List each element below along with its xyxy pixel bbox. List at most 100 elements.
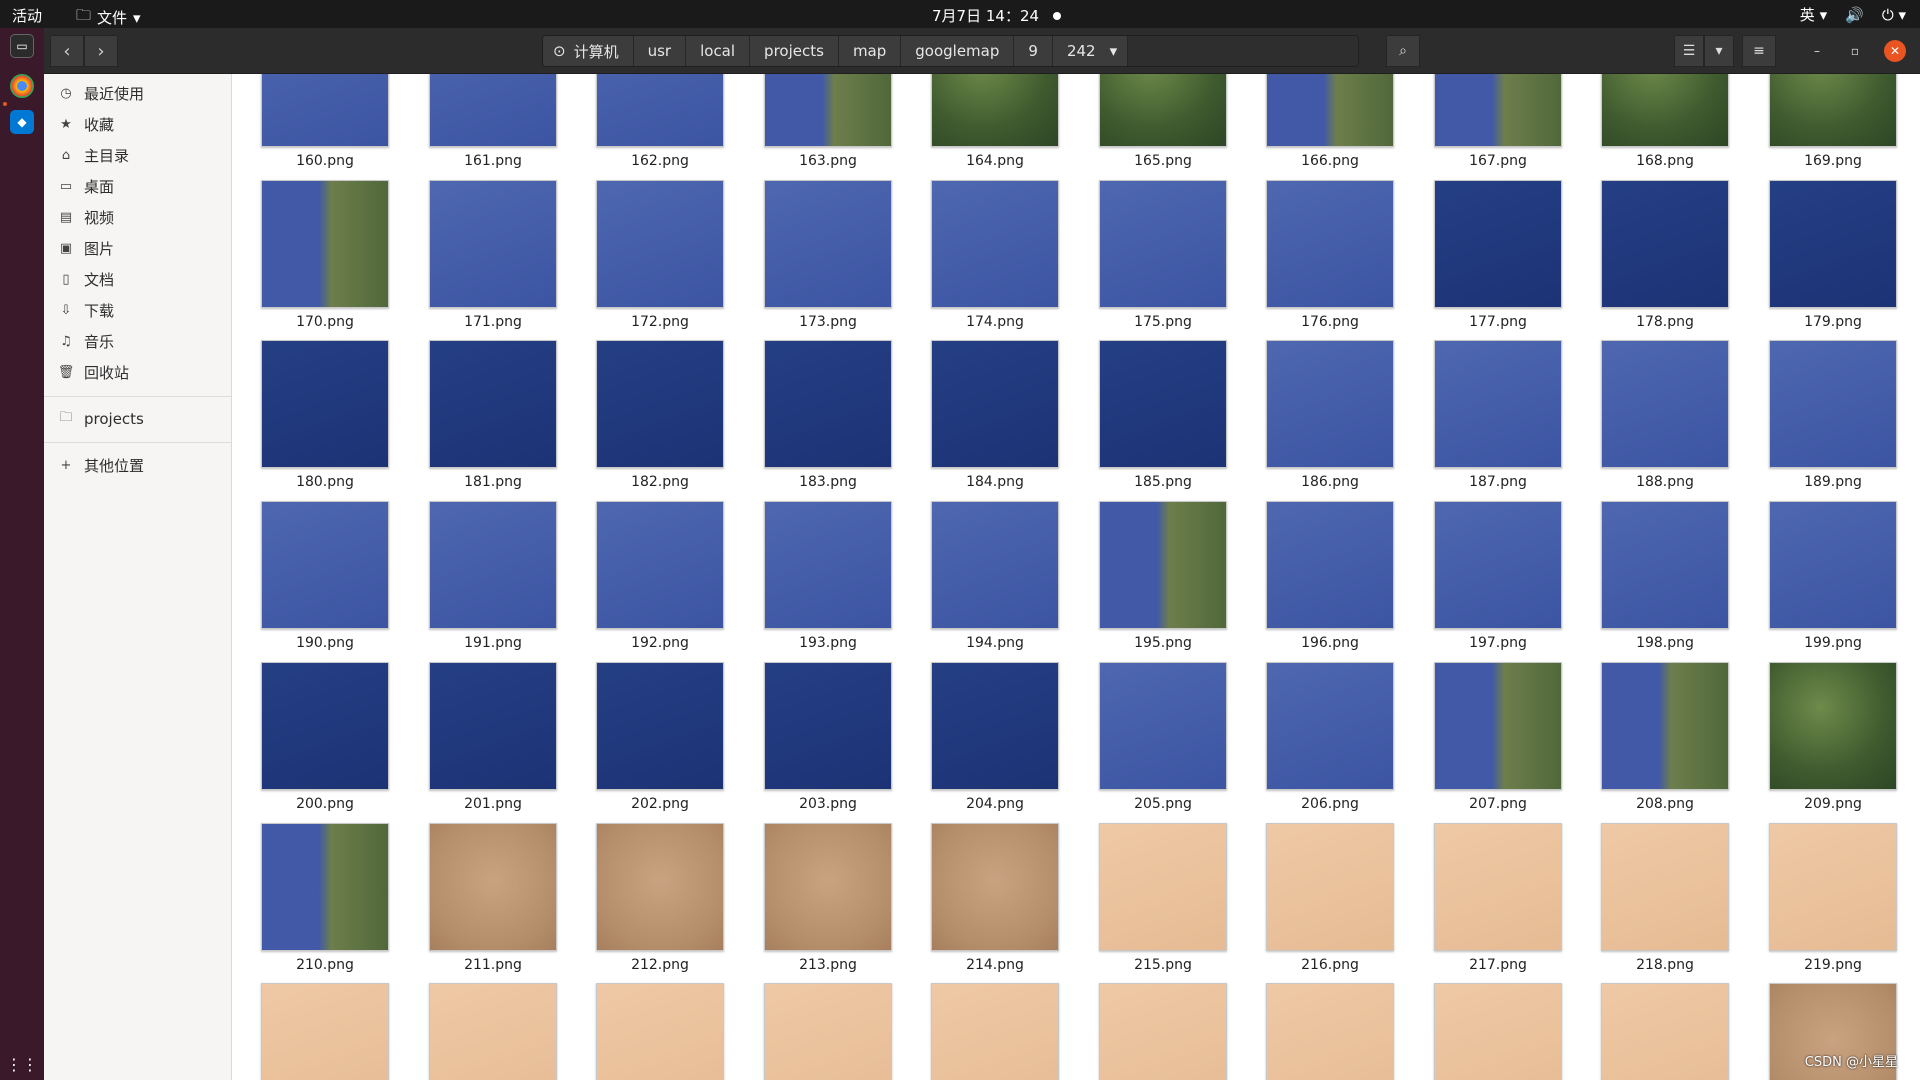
breadcrumb-map[interactable]: map [838,36,902,66]
back-button[interactable]: ‹ [50,35,84,67]
file-thumbnail[interactable] [429,823,557,951]
file-thumbnail[interactable] [1769,501,1897,629]
file-thumbnail[interactable] [1099,74,1227,147]
system-tray[interactable]: 英 ▾ 🔊 ⏻ ▾ [1800,4,1906,25]
file-name-label[interactable]: 185.png [1083,474,1243,490]
file-name-label[interactable]: 202.png [580,796,740,812]
file-name-label[interactable]: 178.png [1585,314,1745,330]
file-thumbnail[interactable] [1601,74,1729,147]
file-thumbnail[interactable] [1434,501,1562,629]
file-name-label[interactable]: 166.png [1250,153,1410,169]
sidebar-item-downloads[interactable]: ⇩ 下载 [44,295,232,325]
file-name-label[interactable]: 219.png [1753,957,1913,973]
file-thumbnail[interactable] [1099,501,1227,629]
file-name-label[interactable]: 214.png [915,957,1075,973]
file-thumbnail[interactable] [931,501,1059,629]
file-thumbnail[interactable] [261,340,389,468]
file-thumbnail[interactable] [764,662,892,790]
file-name-label[interactable]: 169.png [1753,153,1913,169]
file-thumbnail[interactable] [1601,983,1729,1080]
file-name-label[interactable]: 198.png [1585,635,1745,651]
file-thumbnail[interactable] [1434,662,1562,790]
file-thumbnail[interactable] [1266,74,1394,147]
file-thumbnail[interactable] [261,983,389,1080]
file-thumbnail[interactable] [261,823,389,951]
file-thumbnail[interactable] [429,340,557,468]
file-name-label[interactable]: 212.png [580,957,740,973]
file-name-label[interactable]: 168.png [1585,153,1745,169]
file-thumbnail[interactable] [1099,983,1227,1080]
sidebar-item-recent[interactable]: ◷ 最近使用 [44,78,232,108]
file-thumbnail[interactable] [261,662,389,790]
file-name-label[interactable]: 206.png [1250,796,1410,812]
breadcrumb-projects[interactable]: projects [750,36,839,66]
file-thumbnail[interactable] [1434,180,1562,308]
sidebar-item-other-locations[interactable]: + 其他位置 [44,450,232,480]
file-name-label[interactable]: 176.png [1250,314,1410,330]
file-thumbnail[interactable] [764,823,892,951]
breadcrumb-local[interactable]: local [686,36,751,66]
file-name-label[interactable]: 215.png [1083,957,1243,973]
file-thumbnail[interactable] [1434,983,1562,1080]
file-thumbnail[interactable] [1266,983,1394,1080]
file-name-label[interactable]: 165.png [1083,153,1243,169]
maximize-button[interactable]: ▫ [1846,42,1864,60]
file-thumbnail[interactable] [1601,662,1729,790]
file-name-label[interactable]: 209.png [1753,796,1913,812]
file-name-label[interactable]: 195.png [1083,635,1243,651]
breadcrumb-9[interactable]: 9 [1014,36,1053,66]
file-name-label[interactable]: 217.png [1418,957,1578,973]
file-thumbnail[interactable] [1601,823,1729,951]
file-name-label[interactable]: 161.png [413,153,573,169]
file-thumbnail[interactable] [261,74,389,147]
file-thumbnail[interactable] [1434,74,1562,147]
file-name-label[interactable]: 208.png [1585,796,1745,812]
clock-button[interactable]: 7月7日 14：24 [932,5,1062,26]
sidebar-item-documents[interactable]: ▯ 文档 [44,264,232,294]
file-thumbnail[interactable] [1601,180,1729,308]
sidebar-item-videos[interactable]: ▤ 视频 [44,202,232,232]
file-thumbnail[interactable] [1099,823,1227,951]
file-thumbnail[interactable] [764,340,892,468]
file-name-label[interactable]: 172.png [580,314,740,330]
file-thumbnail[interactable] [931,823,1059,951]
file-name-label[interactable]: 167.png [1418,153,1578,169]
file-name-label[interactable]: 193.png [748,635,908,651]
file-thumbnail[interactable] [1099,662,1227,790]
forward-button[interactable]: › [84,35,118,67]
file-name-label[interactable]: 192.png [580,635,740,651]
file-name-label[interactable]: 170.png [245,314,405,330]
file-thumbnail[interactable] [1266,823,1394,951]
file-name-label[interactable]: 184.png [915,474,1075,490]
sidebar-item-desktop[interactable]: ▭ 桌面 [44,171,232,201]
file-thumbnail[interactable] [261,180,389,308]
file-thumbnail[interactable] [1769,340,1897,468]
file-thumbnail[interactable] [596,340,724,468]
file-thumbnail[interactable] [1266,501,1394,629]
breadcrumb-computer[interactable]: ⊙ 计算机 [543,36,634,66]
file-thumbnail[interactable] [764,180,892,308]
breadcrumb-googlemap[interactable]: googlemap [901,36,1015,66]
view-list-button[interactable]: ☰ [1674,35,1704,67]
power-menu[interactable]: ⏻ ▾ [1882,6,1906,24]
app-grid-icon[interactable]: ⋮⋮ [6,1052,38,1076]
file-thumbnail[interactable] [429,501,557,629]
chrome-icon[interactable] [10,74,34,98]
file-thumbnail[interactable] [1769,823,1897,951]
file-thumbnail[interactable] [1434,340,1562,468]
file-thumbnail[interactable] [1266,180,1394,308]
file-name-label[interactable]: 199.png [1753,635,1913,651]
file-name-label[interactable]: 218.png [1585,957,1745,973]
breadcrumb-usr[interactable]: usr [633,36,687,66]
file-thumbnail[interactable] [1769,180,1897,308]
file-thumbnail[interactable] [429,662,557,790]
file-name-label[interactable]: 187.png [1418,474,1578,490]
search-button[interactable]: ⌕ [1386,35,1420,67]
file-name-label[interactable]: 194.png [915,635,1075,651]
file-name-label[interactable]: 213.png [748,957,908,973]
file-thumbnail[interactable] [596,823,724,951]
file-name-label[interactable]: 179.png [1753,314,1913,330]
input-method-indicator[interactable]: 英 ▾ [1800,4,1827,25]
file-name-label[interactable]: 216.png [1250,957,1410,973]
file-name-label[interactable]: 160.png [245,153,405,169]
